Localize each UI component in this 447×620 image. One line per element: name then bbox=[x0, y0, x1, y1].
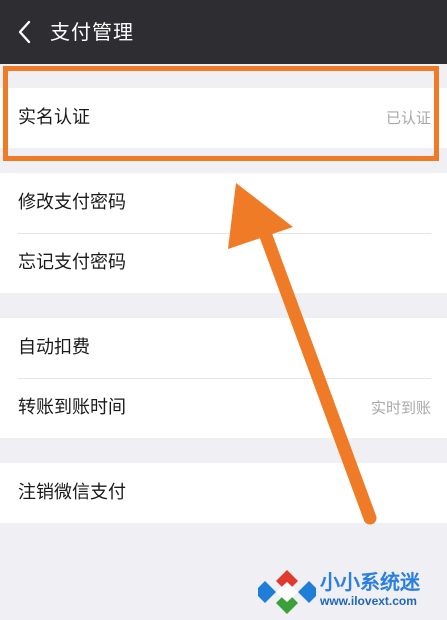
real-name-auth-item[interactable]: 实名认证 已认证 bbox=[0, 88, 447, 148]
group-identity: 实名认证 已认证 bbox=[0, 88, 447, 148]
transfer-arrival-time-label: 转账到账时间 bbox=[18, 397, 126, 418]
group-password: 修改支付密码 忘记支付密码 bbox=[0, 173, 447, 293]
logo-icon bbox=[254, 570, 320, 614]
real-name-auth-status: 已认证 bbox=[385, 109, 431, 127]
watermark-url: www.ilovext.com bbox=[320, 594, 417, 608]
watermark-brand: 小小系统迷 bbox=[320, 570, 420, 594]
chevron-left-icon[interactable] bbox=[12, 18, 40, 46]
group-deactivate: 注销微信支付 bbox=[0, 463, 447, 523]
watermark-logo: 小小系统迷 www.ilovext.com bbox=[254, 564, 444, 616]
page-title: 支付管理 bbox=[50, 20, 134, 44]
forgot-pay-password-item[interactable]: 忘记支付密码 bbox=[0, 233, 447, 293]
transfer-arrival-time-value: 实时到账 bbox=[370, 399, 431, 417]
change-pay-password-label: 修改支付密码 bbox=[18, 192, 126, 213]
forgot-pay-password-label: 忘记支付密码 bbox=[18, 252, 126, 273]
title-bar: 支付管理 bbox=[0, 0, 447, 64]
group-payments: 自动扣费 转账到账时间 实时到账 bbox=[0, 318, 447, 438]
auto-deduct-label: 自动扣费 bbox=[18, 337, 90, 358]
deactivate-wechat-pay-item[interactable]: 注销微信支付 bbox=[0, 463, 447, 523]
auto-deduct-item[interactable]: 自动扣费 bbox=[0, 318, 447, 378]
change-pay-password-item[interactable]: 修改支付密码 bbox=[0, 173, 447, 233]
deactivate-wechat-pay-label: 注销微信支付 bbox=[18, 482, 126, 503]
transfer-arrival-time-item[interactable]: 转账到账时间 实时到账 bbox=[0, 378, 447, 438]
real-name-auth-label: 实名认证 bbox=[18, 107, 90, 128]
